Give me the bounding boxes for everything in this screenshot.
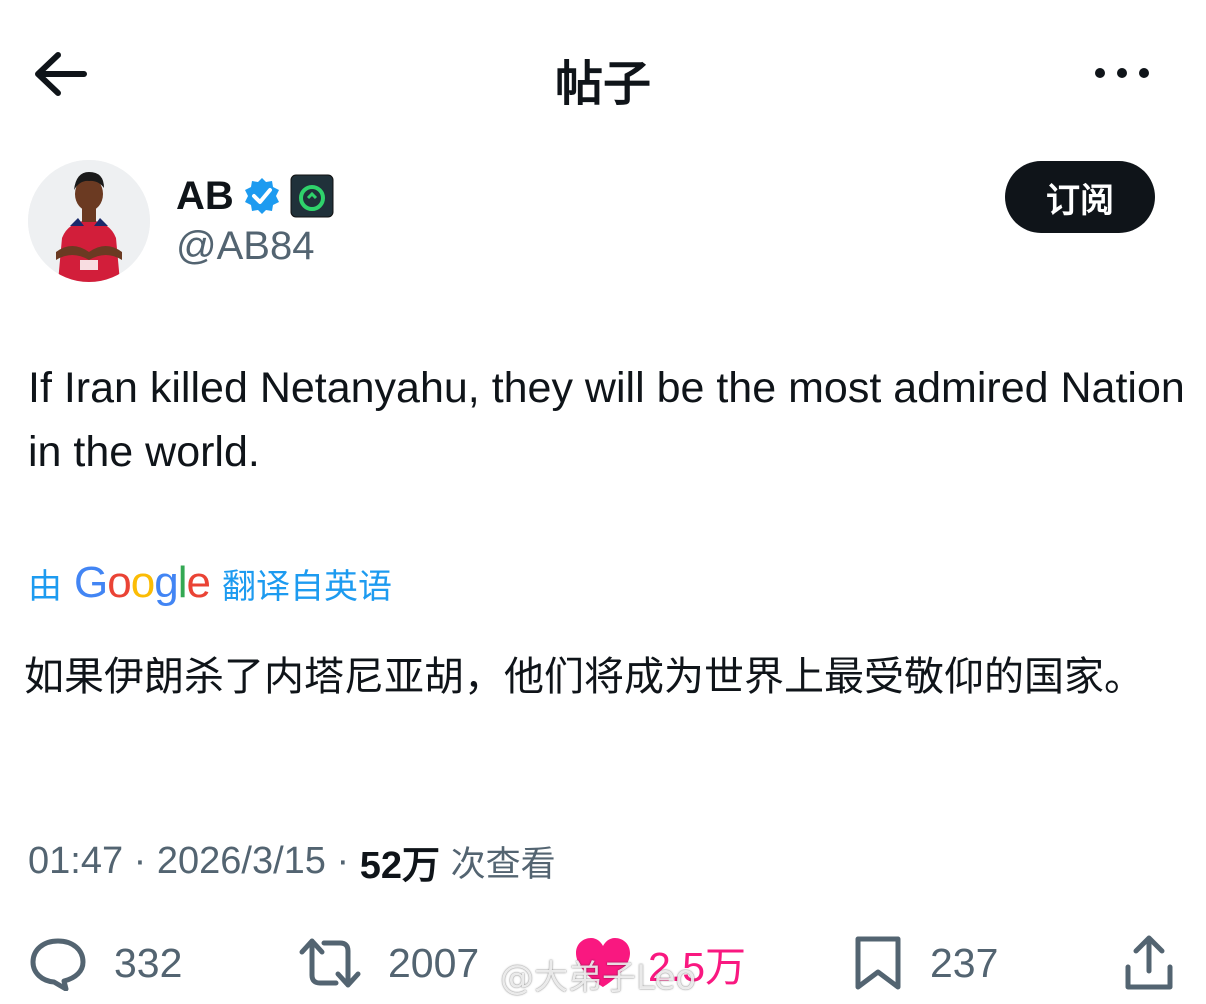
bookmark-button[interactable]: 237 bbox=[852, 926, 998, 1000]
like-button[interactable]: 2.5万 bbox=[572, 926, 746, 1000]
translate-suffix: 翻译自英语 bbox=[221, 566, 392, 607]
meta-space bbox=[440, 840, 451, 883]
verified-badge-icon bbox=[244, 178, 279, 214]
athlete-portrait-image bbox=[28, 160, 150, 282]
tweet-meta: 01:47 · 2026/3/15 · 52万 次查看 bbox=[28, 834, 556, 889]
share-icon bbox=[1125, 935, 1173, 990]
subscribe-button[interactable]: 订阅 bbox=[1005, 161, 1155, 233]
top-bar: 帖子 bbox=[0, 0, 1206, 150]
avatar[interactable] bbox=[28, 160, 150, 282]
reply-button[interactable]: 332 bbox=[28, 926, 182, 1000]
views-label: 次查看 bbox=[450, 844, 556, 885]
meta-separator: · bbox=[123, 839, 157, 882]
tweet-time[interactable]: 01:47 bbox=[28, 840, 123, 883]
repost-button[interactable]: 2007 bbox=[298, 926, 479, 1000]
like-count: 2.5万 bbox=[648, 944, 746, 990]
page-title: 帖子 bbox=[554, 58, 651, 111]
repost-icon bbox=[299, 938, 361, 988]
translation-attribution[interactable]: 由 Google 翻译自英语 bbox=[28, 556, 392, 610]
bookmark-count: 237 bbox=[930, 939, 999, 986]
bookmark-icon bbox=[855, 936, 901, 990]
author-display-name[interactable]: AB bbox=[176, 174, 234, 219]
tweet-text: If Iran killed Netanyahu, they will be t… bbox=[28, 364, 1185, 476]
action-bar: 332 2007 2.5万 237 bbox=[0, 926, 1206, 1000]
share-button[interactable] bbox=[1122, 926, 1176, 1000]
reply-icon bbox=[30, 938, 86, 991]
translated-tweet-text: 如果伊朗杀了内塔尼亚胡，他们将成为世界上最受敬仰的国家。 bbox=[24, 654, 1144, 700]
affiliate-badge-icon[interactable] bbox=[290, 174, 334, 218]
more-options-button[interactable] bbox=[1092, 58, 1152, 88]
repost-count: 2007 bbox=[388, 939, 480, 986]
google-logo: Google bbox=[74, 558, 211, 607]
author-handle[interactable]: @AB84 bbox=[176, 224, 314, 269]
reply-count: 332 bbox=[114, 939, 183, 986]
meta-separator: · bbox=[325, 839, 360, 882]
more-icon bbox=[1095, 68, 1149, 78]
translate-prefix: 由 bbox=[28, 566, 62, 607]
tweet-date[interactable]: 2026/3/15 bbox=[157, 840, 326, 883]
heart-filled-icon bbox=[576, 938, 630, 987]
author-name-row: AB bbox=[176, 172, 334, 220]
views-count[interactable]: 52万 bbox=[360, 834, 440, 889]
